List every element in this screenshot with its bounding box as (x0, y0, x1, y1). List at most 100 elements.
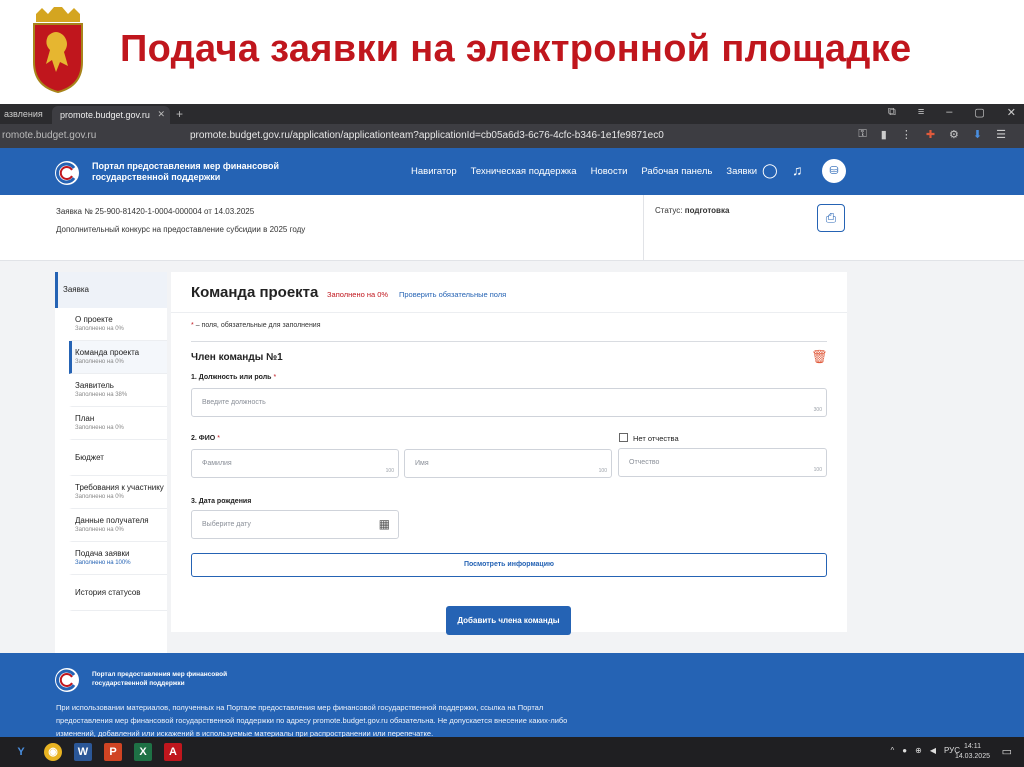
sidebar-item-applicant[interactable]: Заявитель Заполнено на 38% (69, 374, 167, 407)
nav-support[interactable]: Техническая поддержка (471, 166, 577, 177)
download-icon[interactable]: ⬇ (973, 128, 982, 141)
nav-applications[interactable]: Заявки (726, 166, 757, 177)
sidebar-item-plan[interactable]: План Заполнено на 0% (69, 407, 167, 440)
fio-label: 2. ФИО * (191, 435, 220, 442)
key-icon[interactable]: ⚿ (858, 128, 866, 141)
maximize-icon[interactable]: ▢ (974, 106, 984, 119)
clock-date: 14.03.2025 (954, 753, 990, 760)
portal-name: Портал предоставления мер финансовой гос… (92, 161, 280, 182)
new-tab-button[interactable]: + (176, 107, 183, 121)
sidebar: Заявка О проекте Заполнено на 0% Команда… (55, 272, 167, 655)
browser-tab-bar: азвления promote.budget.gov.ru ✕ + ⧉ ≡ –… (0, 104, 1024, 124)
start-icon[interactable]: Y (12, 743, 30, 761)
network-icon[interactable]: ⊕ (915, 746, 922, 755)
sidebar-item-label: Данные получателя (75, 516, 149, 525)
word-icon[interactable]: W (74, 743, 92, 761)
address-bar-icons: ⚿ ▮ ⋮ ✚ ⚙ ⬇ ☰ (858, 128, 1006, 141)
powerpoint-icon[interactable]: P (104, 743, 122, 761)
position-label-text: 1. Должность или роль (191, 374, 272, 381)
check-required-link[interactable]: Проверить обязательные поля (399, 290, 506, 299)
pdf-icon[interactable]: A (164, 743, 182, 761)
top-nav: Навигатор Техническая поддержка Новости … (411, 166, 757, 177)
page-title: Команда проекта (191, 284, 319, 301)
sidebar-item-label: О проекте (75, 315, 113, 324)
nav-news[interactable]: Новости (591, 166, 628, 177)
trash-icon[interactable]: 🗑 (811, 349, 828, 365)
patronymic-placeholder: Отчество (629, 459, 660, 466)
sidebar-item-submission[interactable]: Подача заявки Заполнено на 100% (69, 542, 167, 575)
bell-icon[interactable]: ♫ (792, 162, 803, 178)
nav-navigator[interactable]: Навигатор (411, 166, 457, 177)
team-form-card: Команда проекта Заполнено на 0% Проверит… (171, 272, 847, 635)
divider (643, 195, 644, 261)
sidebar-item-label: Заявитель (75, 381, 114, 390)
fill-status: Заполнено на 0% (327, 290, 389, 299)
chat-icon[interactable]: ◯ (762, 162, 778, 179)
footer-portal-name: Портал предоставления мер финансовой гос… (92, 671, 228, 687)
more-icon[interactable]: ⋮ (901, 128, 912, 141)
bookmark-icon[interactable]: ▮ (881, 128, 887, 141)
portal-header: Портал предоставления мер финансовой гос… (0, 148, 1024, 195)
chrome-icon[interactable]: ◉ (44, 743, 62, 761)
sidebar-item-history[interactable]: История статусов (69, 575, 167, 611)
sidebar-item-about[interactable]: О проекте Заполнено на 0% (69, 308, 167, 341)
address-domain[interactable]: romote.budget.gov.ru (2, 130, 96, 141)
position-input[interactable]: Введите должность 300 (191, 388, 827, 417)
birth-label: 3. Дата рождения (191, 498, 252, 505)
view-info-button[interactable]: Посмотреть информацию (191, 553, 827, 577)
char-counter: 100 (598, 468, 607, 474)
window-controls: ⧉ ≡ – ▢ ✕ (888, 106, 1016, 119)
excel-icon[interactable]: X (134, 743, 152, 761)
printer-icon: ⎙ (825, 210, 837, 225)
chevron-up-icon[interactable]: ^ (891, 746, 895, 755)
application-number: Заявка № 25-900-81420-1-0004-000004 от 1… (56, 207, 255, 216)
sidebar-item-budget[interactable]: Бюджет (69, 440, 167, 476)
address-url-input[interactable]: promote.budget.gov.ru/application/applic… (190, 130, 664, 141)
required-star: * (273, 374, 277, 381)
nav-dashboard[interactable]: Рабочая панель (641, 166, 712, 177)
sidebar-item-team[interactable]: Команда проекта Заполнено на 0% (69, 341, 167, 374)
add-member-button[interactable]: Добавить члена команды (446, 606, 571, 635)
portal-logo-icon[interactable] (54, 160, 80, 186)
sidebar-item-requirements[interactable]: Требования к участнику Заполнено на 0% (69, 476, 167, 509)
sidebar-item-progress: Заполнено на 100% (75, 560, 131, 566)
no-patronymic-label: Нет отчества (633, 434, 679, 443)
clock-time: 14:11 (963, 743, 981, 750)
name-placeholder: Имя (415, 460, 429, 467)
no-patronymic-checkbox[interactable] (619, 433, 628, 442)
sidebar-item-label: Бюджет (75, 453, 104, 462)
minimize-icon[interactable]: – (946, 106, 952, 119)
birth-date-input[interactable]: Выберите дату ▦ (191, 510, 399, 539)
calendar-icon[interactable]: ▦ (379, 517, 390, 531)
address-bar: romote.budget.gov.ru promote.budget.gov.… (0, 124, 1024, 148)
print-button[interactable]: ⎙ (817, 204, 845, 232)
char-counter: 100 (813, 467, 822, 473)
sidebar-list: О проекте Заполнено на 0% Команда проект… (69, 308, 167, 611)
sidebar-item-label: Подача заявки (75, 549, 130, 558)
profile-icon[interactable]: ☰ (996, 128, 1006, 141)
notifications-icon[interactable]: ▭ (1002, 745, 1012, 758)
tab-active[interactable]: promote.budget.gov.ru ✕ (52, 106, 170, 124)
clock[interactable]: 14:11 14.03.2025 (955, 742, 990, 762)
sidebar-item-label: Команда проекта (75, 348, 140, 357)
required-star: * (191, 322, 194, 329)
patronymic-input[interactable]: Отчество 100 (618, 448, 827, 477)
required-star: * (217, 435, 220, 442)
bookmarks-icon[interactable]: ⧉ (888, 106, 896, 119)
microphone-icon[interactable]: ● (902, 746, 907, 755)
name-input[interactable]: Имя 100 (404, 449, 612, 478)
portal-logo-icon (55, 668, 79, 692)
close-window-icon[interactable]: ✕ (1007, 106, 1016, 119)
surname-placeholder: Фамилия (202, 460, 232, 467)
tab-previous[interactable]: азвления (0, 104, 52, 124)
volume-icon[interactable]: ◀ (930, 746, 936, 755)
extension-icon[interactable]: ✚ (926, 128, 935, 141)
char-counter: 300 (813, 407, 822, 413)
avatar[interactable]: ⛁ (822, 159, 846, 183)
sidebar-item-application[interactable]: Заявка (55, 272, 167, 308)
tab-close-icon[interactable]: ✕ (157, 109, 165, 120)
settings-icon[interactable]: ⚙ (949, 128, 959, 141)
surname-input[interactable]: Фамилия 100 (191, 449, 399, 478)
menu-icon[interactable]: ≡ (918, 106, 924, 119)
sidebar-item-recipient[interactable]: Данные получателя Заполнено на 0% (69, 509, 167, 542)
